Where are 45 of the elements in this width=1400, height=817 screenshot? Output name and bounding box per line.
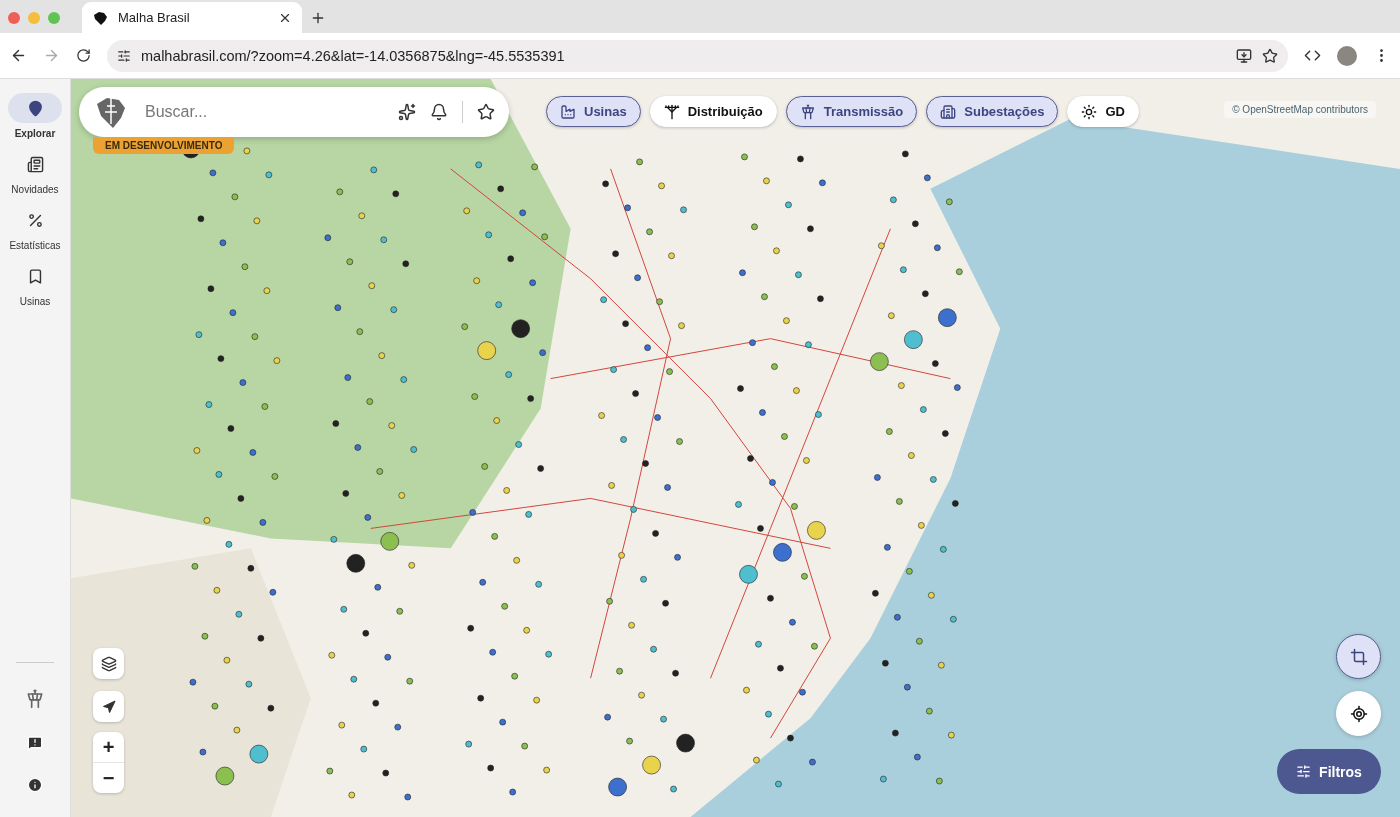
sliders-icon — [1296, 764, 1312, 779]
site-settings-icon[interactable] — [117, 48, 131, 63]
filters-button[interactable]: Filtros — [1277, 749, 1381, 794]
layer-chip[interactable]: Subestações — [926, 96, 1059, 127]
tower-icon — [799, 103, 816, 120]
browser-tab[interactable]: Malha Brasil — [82, 2, 302, 33]
url-text: malhabrasil.com/?zoom=4.26&lat=-14.0356875&lng=-45.5535391 — [141, 47, 566, 64]
locate-icon — [1349, 704, 1368, 723]
crop-icon — [1349, 647, 1368, 666]
layer-chip[interactable]: Usinas — [546, 96, 641, 127]
factory-icon — [560, 103, 576, 120]
install-app-icon[interactable] — [1236, 47, 1252, 64]
building-icon — [940, 103, 957, 120]
layer-chip[interactable]: Distribuição — [649, 96, 777, 127]
layer-chip[interactable]: Transmissão — [785, 96, 918, 127]
back-icon[interactable] — [10, 47, 27, 64]
sidebar-item[interactable]: Usinas — [8, 261, 62, 307]
sparkle-icon[interactable] — [398, 103, 416, 121]
layer-chip[interactable]: GD — [1067, 96, 1139, 127]
tab-title: Malha Brasil — [118, 10, 191, 25]
zoom-out-button[interactable]: − — [93, 763, 124, 793]
sidebar-item[interactable]: Estatísticas — [8, 205, 62, 251]
search-bar[interactable]: Buscar... — [79, 87, 509, 137]
utility-pole-icon — [663, 103, 680, 120]
star-icon[interactable] — [477, 103, 495, 121]
compass-button[interactable] — [93, 691, 124, 722]
layers-icon — [100, 655, 117, 672]
percent-icon — [26, 211, 44, 229]
info-icon[interactable] — [27, 777, 43, 793]
bookmark-star-icon[interactable] — [1262, 47, 1278, 64]
feedback-icon[interactable] — [27, 735, 43, 751]
layers-button[interactable] — [93, 648, 124, 679]
development-badge: EM DESENVOLVIMENTO — [93, 137, 235, 154]
compass-icon — [101, 699, 116, 714]
sidebar-item[interactable]: Novidades — [8, 149, 62, 195]
map-attribution: © OpenStreetMap contributors — [1224, 101, 1376, 118]
bell-icon[interactable] — [430, 103, 448, 121]
close-window-button[interactable] — [8, 12, 20, 24]
search-input[interactable]: Buscar... — [143, 102, 384, 122]
map-pin-icon — [26, 99, 44, 117]
profile-avatar[interactable] — [1337, 45, 1357, 66]
zoom-in-button[interactable]: + — [93, 732, 124, 762]
reload-icon[interactable] — [76, 48, 91, 63]
address-bar[interactable]: malhabrasil.com/?zoom=4.26&lat=-14.0356875&lng=-45.5535391 — [107, 39, 1288, 72]
newspaper-icon — [26, 155, 44, 173]
